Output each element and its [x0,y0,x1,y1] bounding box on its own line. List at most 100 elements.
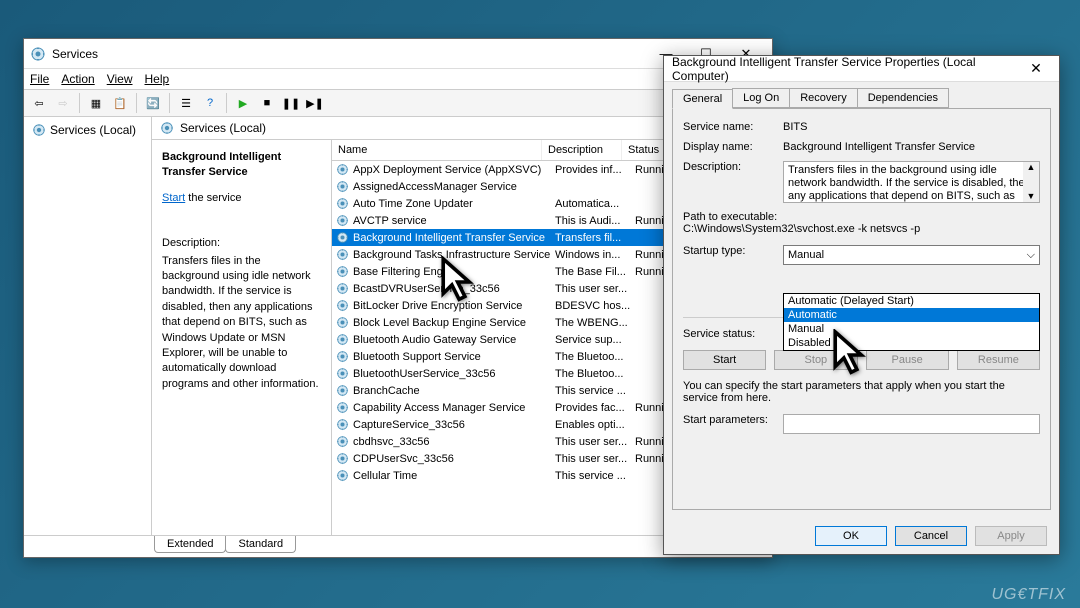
description-label: Description: [162,236,321,251]
cancel-button[interactable]: Cancel [895,526,967,546]
service-properties-dialog: Background Intelligent Transfer Service … [663,55,1060,555]
start-params-hint: You can specify the start parameters tha… [683,380,1040,404]
gear-icon [336,418,349,431]
value-service-name: BITS [783,121,1040,133]
cell-description: Provides fac... [555,402,635,414]
cell-name: cbdhsvc_33c56 [353,436,555,448]
cell-description: Service sup... [555,334,635,346]
dropdown-option[interactable]: Manual [784,322,1039,336]
tab-dependencies[interactable]: Dependencies [857,88,949,108]
tab-standard[interactable]: Standard [225,536,296,553]
cell-name: AssignedAccessManager Service [353,181,555,193]
value-display-name: Background Intelligent Transfer Service [783,141,1040,153]
cell-name: AVCTP service [353,215,555,227]
label-path: Path to executable: [683,211,1040,223]
gear-icon [336,316,349,329]
menubar: File Action View Help [24,69,772,89]
tree-pane: Services (Local) [24,117,152,535]
dialog-titlebar: Background Intelligent Transfer Service … [664,56,1059,82]
export-button[interactable]: 📋 [109,92,131,114]
gear-icon [336,163,349,176]
cell-name: Background Tasks Infrastructure Service [353,249,555,261]
stop-service-button[interactable]: ■ [256,92,278,114]
cell-description: Transfers fil... [555,232,635,244]
show-hide-button[interactable]: ▦ [85,92,107,114]
cell-name: Auto Time Zone Updater [353,198,555,210]
dialog-footer: OK Cancel Apply [664,518,1059,554]
forward-button[interactable]: ⇨ [52,92,74,114]
window-title: Services [52,47,646,61]
start-parameters-input[interactable] [783,414,1040,434]
cell-name: Background Intelligent Transfer Service [353,232,555,244]
gear-icon [336,435,349,448]
startup-type-select[interactable]: Manual ⌵ [783,245,1040,265]
scrollbar[interactable]: ▲▼ [1023,162,1039,202]
cell-description: Provides inf... [555,164,635,176]
dialog-title: Background Intelligent Transfer Service … [672,55,1021,83]
description-textbox[interactable]: Transfers files in the background using … [783,161,1040,203]
gear-icon [336,469,349,482]
menu-view[interactable]: View [107,72,133,86]
start-service-link[interactable]: Start [162,192,185,204]
resume-button: Resume [957,350,1040,370]
cell-name: CDPUserSvc_33c56 [353,453,555,465]
menu-action[interactable]: Action [61,72,94,86]
dialog-close-button[interactable]: ✕ [1021,60,1051,77]
tab-recovery[interactable]: Recovery [789,88,857,108]
services-window: Services — ☐ ✕ File Action View Help ⇦ ⇨… [23,38,773,558]
tab-content-general: Service name: BITS Display name: Backgro… [672,108,1051,510]
menu-file[interactable]: File [30,72,49,86]
column-name[interactable]: Name [332,140,542,160]
gear-icon [336,333,349,346]
cell-name: BcastDVRUserService_33c56 [353,283,555,295]
cell-name: CaptureService_33c56 [353,419,555,431]
dropdown-option[interactable]: Disabled [784,336,1039,350]
column-description[interactable]: Description [542,140,622,160]
gear-icon [336,214,349,227]
cell-description: The Bluetoo... [555,368,635,380]
cell-name: Bluetooth Support Service [353,351,555,363]
cell-name: BluetoothUserService_33c56 [353,368,555,380]
cell-description: This service ... [555,385,635,397]
gear-icon [336,282,349,295]
selected-service-title: Background Intelligent Transfer Service [162,150,321,181]
gear-icon [336,231,349,244]
cell-name: Capability Access Manager Service [353,402,555,414]
help-button[interactable]: ? [199,92,221,114]
gear-icon [336,367,349,380]
tab-extended[interactable]: Extended [154,536,226,553]
start-button[interactable]: Start [683,350,766,370]
pause-service-button[interactable]: ❚❚ [280,92,302,114]
startup-type-dropdown[interactable]: Automatic (Delayed Start)AutomaticManual… [783,293,1040,351]
tree-node-services-local[interactable]: Services (Local) [28,121,147,139]
dropdown-option[interactable]: Automatic [784,308,1039,322]
label-start-parameters: Start parameters: [683,414,783,426]
properties-button[interactable]: ☰ [175,92,197,114]
start-service-button[interactable]: ▶ [232,92,254,114]
label-service-status: Service status: [683,328,783,340]
toolbar: ⇦ ⇨ ▦ 📋 🔄 ☰ ? ▶ ■ ❚❚ ▶❚ [24,89,772,117]
gear-icon [336,248,349,261]
gear-icon [336,299,349,312]
services-icon [30,46,46,62]
detail-pane: Background Intelligent Transfer Service … [152,140,332,535]
gear-icon [336,350,349,363]
back-button[interactable]: ⇦ [28,92,50,114]
ok-button[interactable]: OK [815,526,887,546]
view-tabs: Extended Standard [24,535,772,557]
restart-service-button[interactable]: ▶❚ [304,92,326,114]
tab-logon[interactable]: Log On [732,88,790,108]
start-service-link-row: Start the service [162,191,321,206]
cell-description: This user ser... [555,436,635,448]
refresh-button[interactable]: 🔄 [142,92,164,114]
tab-general[interactable]: General [672,89,733,109]
cell-description: This user ser... [555,453,635,465]
menu-help[interactable]: Help [145,72,170,86]
label-display-name: Display name: [683,141,783,153]
label-startup-type: Startup type: [683,245,783,257]
label-description: Description: [683,161,783,173]
dropdown-option[interactable]: Automatic (Delayed Start) [784,294,1039,308]
cell-description: This service ... [555,470,635,482]
description-text: Transfers files in the background using … [162,254,321,393]
gear-icon [160,121,174,135]
